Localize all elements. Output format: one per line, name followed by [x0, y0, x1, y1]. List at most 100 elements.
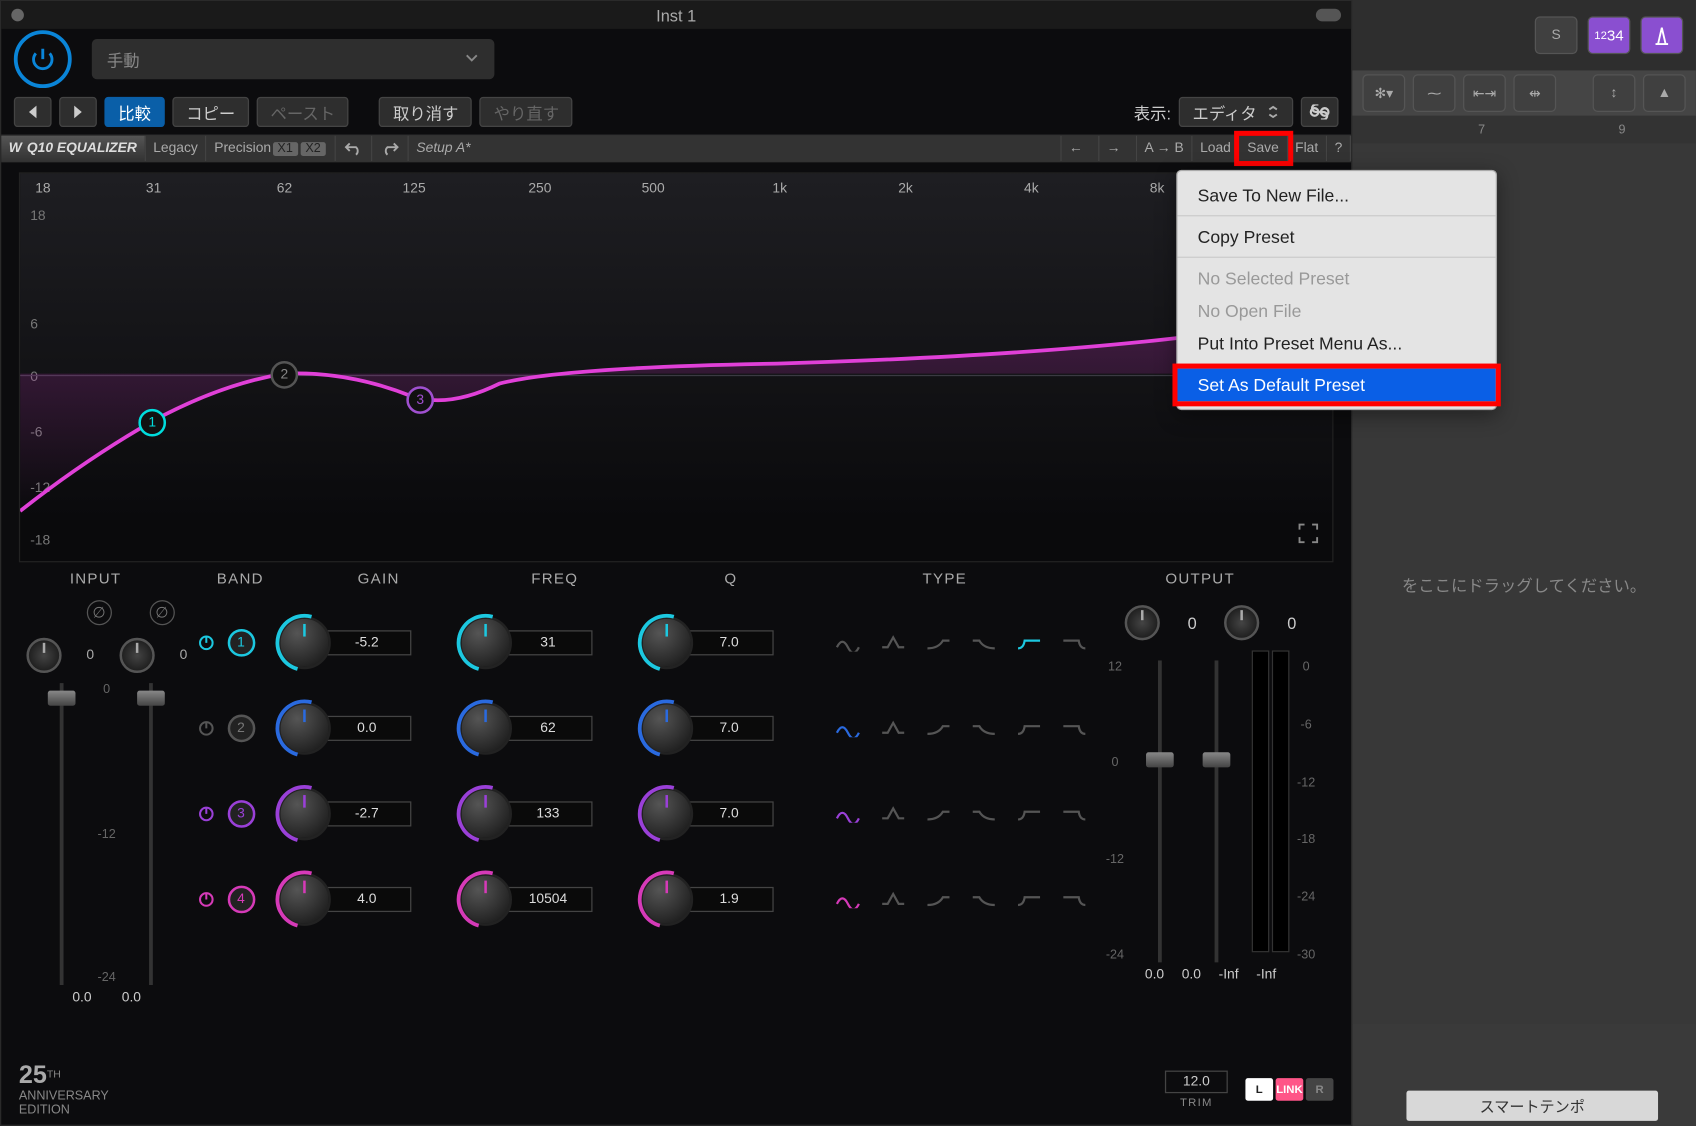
solo-button[interactable]: S — [1535, 16, 1578, 54]
channel-l-button[interactable]: L — [1245, 1078, 1273, 1101]
filter-type-2[interactable] — [924, 805, 952, 823]
freq-knob-3[interactable] — [459, 788, 512, 841]
band-number-2[interactable]: 2 — [227, 715, 255, 743]
view-select[interactable]: エディタ — [1179, 97, 1294, 127]
filter-type-1[interactable] — [879, 805, 907, 823]
paste-button[interactable]: ペースト — [257, 97, 349, 127]
filter-type-5[interactable] — [1060, 720, 1088, 738]
output-knob-r[interactable] — [1224, 605, 1259, 640]
q-knob-2[interactable] — [640, 702, 693, 755]
input-knob-l[interactable] — [26, 638, 61, 673]
trim-value[interactable]: 12.0 — [1165, 1071, 1228, 1094]
preset-select[interactable]: 手動 — [92, 39, 495, 79]
timeline-ruler[interactable]: 7 9 — [1352, 116, 1695, 144]
input-knob-r[interactable] — [119, 638, 154, 673]
freq-knob-1[interactable] — [459, 616, 512, 669]
copy-button[interactable]: コピー — [172, 97, 249, 127]
eq-graph[interactable]: 18 31 62 125 250 500 1k 2k 4k 8k 18 6 0 … — [19, 172, 1334, 562]
filter-type-0[interactable] — [834, 805, 862, 823]
band-number-3[interactable]: 3 — [227, 800, 255, 828]
filter-type-1[interactable] — [879, 634, 907, 652]
q-value-1[interactable]: 7.0 — [685, 630, 773, 655]
filter-type-4[interactable] — [1015, 634, 1043, 652]
vertical-zoom-icon[interactable]: ↕ — [1593, 74, 1636, 112]
output-knob-l[interactable] — [1125, 605, 1160, 640]
next-preset-button[interactable] — [59, 97, 97, 127]
filter-type-2[interactable] — [924, 891, 952, 909]
flat-button[interactable]: Flat — [1288, 136, 1327, 161]
setup-next[interactable]: → — [1099, 136, 1137, 161]
freq-knob-2[interactable] — [459, 702, 512, 755]
filter-type-0[interactable] — [834, 891, 862, 909]
prev-preset-button[interactable] — [14, 97, 52, 127]
zoom-fit-icon[interactable]: ⇤⇥ — [1463, 74, 1506, 112]
channel-link-button[interactable]: LINK — [1276, 1078, 1304, 1101]
undo-waves-button[interactable] — [336, 136, 372, 161]
filter-type-0[interactable] — [834, 634, 862, 652]
snap-icon[interactable]: ⇹ — [1513, 74, 1556, 112]
sidechain-link-button[interactable] — [1301, 97, 1339, 127]
help-button[interactable]: ? — [1327, 136, 1351, 161]
channel-r-button[interactable]: R — [1306, 1078, 1334, 1101]
q-knob-4[interactable] — [640, 873, 693, 926]
x2-button[interactable]: X2 — [300, 142, 325, 156]
input-slider-r[interactable] — [123, 683, 180, 985]
redo-button[interactable]: やり直す — [480, 97, 573, 127]
band-number-4[interactable]: 4 — [227, 886, 255, 914]
filter-type-1[interactable] — [879, 891, 907, 909]
filter-type-3[interactable] — [969, 891, 997, 909]
window-handle[interactable] — [1316, 9, 1341, 22]
setup-prev[interactable]: ← — [1061, 136, 1099, 161]
phase-l-button[interactable]: ∅ — [87, 600, 112, 625]
put-into-menu-item[interactable]: Put Into Preset Menu As... — [1177, 327, 1495, 360]
q-value-3[interactable]: 7.0 — [685, 801, 773, 826]
waveform-icon[interactable]: ⁓ — [1413, 74, 1456, 112]
filter-type-5[interactable] — [1060, 634, 1088, 652]
gain-value-2[interactable]: 0.0 — [323, 716, 411, 741]
compare-button[interactable]: 比較 — [104, 97, 164, 127]
band-power-4[interactable] — [194, 888, 217, 911]
filter-type-1[interactable] — [879, 720, 907, 738]
beat-display[interactable]: 12123434 — [1588, 16, 1631, 54]
band-power-3[interactable] — [194, 803, 217, 826]
filter-type-3[interactable] — [969, 634, 997, 652]
copy-preset-item[interactable]: Copy Preset — [1177, 220, 1495, 253]
filter-type-4[interactable] — [1015, 720, 1043, 738]
gain-value-3[interactable]: -2.7 — [323, 801, 411, 826]
filter-type-3[interactable] — [969, 805, 997, 823]
setup-select[interactable]: Setup A* — [409, 136, 1062, 161]
q-knob-3[interactable] — [640, 788, 693, 841]
a-to-b-button[interactable]: A → B — [1137, 136, 1193, 161]
close-button[interactable] — [11, 9, 24, 22]
q-value-4[interactable]: 1.9 — [685, 887, 773, 912]
filter-type-5[interactable] — [1060, 891, 1088, 909]
eq-node-2[interactable]: 2 — [270, 361, 298, 389]
freq-value-4[interactable]: 10504 — [504, 887, 592, 912]
filter-type-3[interactable] — [969, 720, 997, 738]
band-number-1[interactable]: 1 — [227, 629, 255, 657]
gain-knob-2[interactable] — [277, 702, 330, 755]
x1-button[interactable]: X1 — [272, 142, 297, 156]
filter-type-2[interactable] — [924, 634, 952, 652]
band-power-1[interactable] — [194, 632, 217, 655]
filter-type-2[interactable] — [924, 720, 952, 738]
auto-zoom-icon[interactable]: ▲ — [1643, 74, 1686, 112]
gain-knob-3[interactable] — [277, 788, 330, 841]
filter-type-0[interactable] — [834, 720, 862, 738]
save-button[interactable]: Save — [1240, 136, 1288, 161]
gear-icon[interactable]: ✻▾ — [1362, 74, 1405, 112]
eq-node-1[interactable]: 1 — [138, 409, 166, 437]
metronome-button[interactable] — [1640, 16, 1683, 54]
freq-value-2[interactable]: 62 — [504, 716, 592, 741]
smart-tempo-button[interactable]: スマートテンポ — [1406, 1091, 1658, 1121]
freq-value-3[interactable]: 133 — [504, 801, 592, 826]
legacy-button[interactable]: Legacy — [146, 136, 207, 161]
band-power-2[interactable] — [194, 717, 217, 740]
freq-knob-4[interactable] — [459, 873, 512, 926]
q-value-2[interactable]: 7.0 — [685, 716, 773, 741]
gain-value-4[interactable]: 4.0 — [323, 887, 411, 912]
gain-value-1[interactable]: -5.2 — [323, 630, 411, 655]
output-slider-r[interactable] — [1188, 660, 1245, 962]
undo-button[interactable]: 取り消す — [379, 97, 472, 127]
filter-type-4[interactable] — [1015, 891, 1043, 909]
